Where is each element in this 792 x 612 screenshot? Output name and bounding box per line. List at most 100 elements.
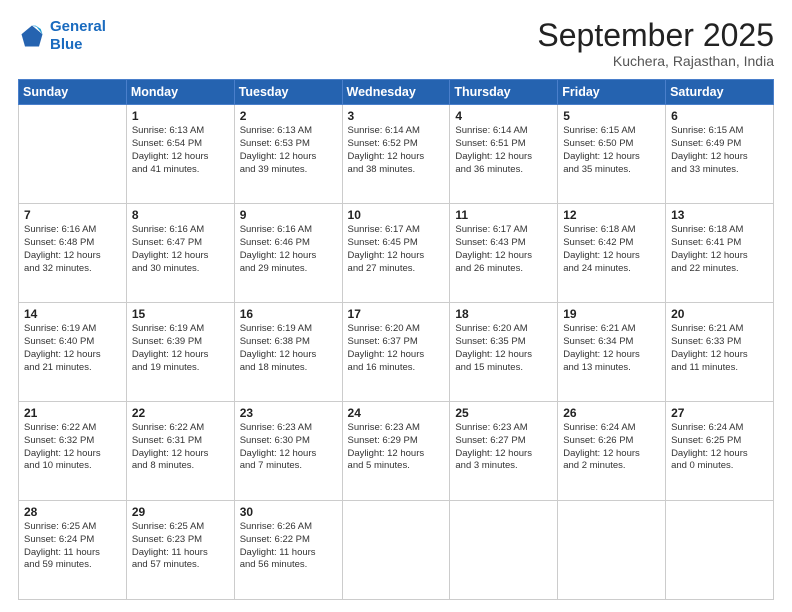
cell-daylight-info: Sunrise: 6:15 AM Sunset: 6:50 PM Dayligh… — [563, 125, 660, 176]
calendar-cell — [666, 501, 774, 600]
cell-daylight-info: Sunrise: 6:20 AM Sunset: 6:35 PM Dayligh… — [455, 323, 552, 374]
calendar-cell: 13 Sunrise: 6:18 AM Sunset: 6:41 PM Dayli… — [666, 204, 774, 303]
weekday-header-saturday: Saturday — [666, 80, 774, 105]
calendar-cell: 30 Sunrise: 6:26 AM Sunset: 6:22 PM Dayli… — [234, 501, 342, 600]
cell-daylight-info: Sunrise: 6:14 AM Sunset: 6:51 PM Dayligh… — [455, 125, 552, 176]
calendar-week-row: 14 Sunrise: 6:19 AM Sunset: 6:40 PM Dayli… — [19, 303, 774, 402]
day-number: 4 — [455, 109, 552, 123]
calendar-cell: 15Sunrise: 6:19 AM Sunset: 6:39 PM Dayli… — [126, 303, 234, 402]
cell-daylight-info: Sunrise: 6:26 AM Sunset: 6:22 PM Dayligh… — [240, 521, 337, 572]
day-number: 10 — [348, 208, 445, 222]
cell-daylight-info: Sunrise: 6:13 AM Sunset: 6:53 PM Dayligh… — [240, 125, 337, 176]
calendar-cell: 24 Sunrise: 6:23 AM Sunset: 6:29 PM Dayli… — [342, 402, 450, 501]
day-number: 26 — [563, 406, 660, 420]
cell-daylight-info: Sunrise: 6:17 AM Sunset: 6:43 PM Dayligh… — [455, 224, 552, 275]
cell-daylight-info: Sunrise: 6:19 AM Sunset: 6:40 PM Dayligh… — [24, 323, 121, 374]
cell-daylight-info: Sunrise: 6:23 AM Sunset: 6:27 PM Dayligh… — [455, 422, 552, 473]
calendar-cell: 18 Sunrise: 6:20 AM Sunset: 6:35 PM Dayli… — [450, 303, 558, 402]
cell-daylight-info: Sunrise: 6:18 AM Sunset: 6:41 PM Dayligh… — [671, 224, 768, 275]
calendar-cell: 10 Sunrise: 6:17 AM Sunset: 6:45 PM Dayli… — [342, 204, 450, 303]
calendar-cell: 1 Sunrise: 6:13 AM Sunset: 6:54 PM Daylig… — [126, 105, 234, 204]
calendar-cell: 26Sunrise: 6:24 AM Sunset: 6:26 PM Dayli… — [558, 402, 666, 501]
cell-daylight-info: Sunrise: 6:14 AM Sunset: 6:52 PM Dayligh… — [348, 125, 445, 176]
day-number: 1 — [132, 109, 229, 123]
day-number: 28 — [24, 505, 121, 519]
calendar-cell: 23 Sunrise: 6:23 AM Sunset: 6:30 PM Dayli… — [234, 402, 342, 501]
calendar-week-row: 28Sunrise: 6:25 AM Sunset: 6:24 PM Dayli… — [19, 501, 774, 600]
cell-daylight-info: Sunrise: 6:16 AM Sunset: 6:46 PM Dayligh… — [240, 224, 337, 275]
logo: General Blue — [18, 18, 106, 54]
calendar-week-row: 1 Sunrise: 6:13 AM Sunset: 6:54 PM Daylig… — [19, 105, 774, 204]
weekday-header-thursday: Thursday — [450, 80, 558, 105]
weekday-header-sunday: Sunday — [19, 80, 127, 105]
cell-daylight-info: Sunrise: 6:24 AM Sunset: 6:25 PM Dayligh… — [671, 422, 768, 473]
logo-icon — [18, 22, 46, 50]
day-number: 17 — [348, 307, 445, 321]
cell-daylight-info: Sunrise: 6:19 AM Sunset: 6:39 PM Dayligh… — [132, 323, 229, 374]
cell-daylight-info: Sunrise: 6:21 AM Sunset: 6:34 PM Dayligh… — [563, 323, 660, 374]
day-number: 12 — [563, 208, 660, 222]
cell-daylight-info: Sunrise: 6:22 AM Sunset: 6:32 PM Dayligh… — [24, 422, 121, 473]
calendar-cell: 20 Sunrise: 6:21 AM Sunset: 6:33 PM Dayli… — [666, 303, 774, 402]
cell-daylight-info: Sunrise: 6:23 AM Sunset: 6:30 PM Dayligh… — [240, 422, 337, 473]
calendar-cell: 2 Sunrise: 6:13 AM Sunset: 6:53 PM Daylig… — [234, 105, 342, 204]
day-number: 11 — [455, 208, 552, 222]
day-number: 24 — [348, 406, 445, 420]
calendar-cell — [450, 501, 558, 600]
day-number: 14 — [24, 307, 121, 321]
weekday-header-row: SundayMondayTuesdayWednesdayThursdayFrid… — [19, 80, 774, 105]
calendar-cell: 19 Sunrise: 6:21 AM Sunset: 6:34 PM Dayli… — [558, 303, 666, 402]
calendar-cell — [558, 501, 666, 600]
calendar-cell: 25Sunrise: 6:23 AM Sunset: 6:27 PM Dayli… — [450, 402, 558, 501]
cell-daylight-info: Sunrise: 6:20 AM Sunset: 6:37 PM Dayligh… — [348, 323, 445, 374]
calendar-cell: 14 Sunrise: 6:19 AM Sunset: 6:40 PM Dayli… — [19, 303, 127, 402]
calendar-week-row: 21 Sunrise: 6:22 AM Sunset: 6:32 PM Dayli… — [19, 402, 774, 501]
calendar-cell: 6Sunrise: 6:15 AM Sunset: 6:49 PM Daylig… — [666, 105, 774, 204]
cell-daylight-info: Sunrise: 6:17 AM Sunset: 6:45 PM Dayligh… — [348, 224, 445, 275]
day-number: 6 — [671, 109, 768, 123]
day-number: 20 — [671, 307, 768, 321]
day-number: 30 — [240, 505, 337, 519]
day-number: 7 — [24, 208, 121, 222]
weekday-header-wednesday: Wednesday — [342, 80, 450, 105]
cell-daylight-info: Sunrise: 6:18 AM Sunset: 6:42 PM Dayligh… — [563, 224, 660, 275]
calendar-cell: 12 Sunrise: 6:18 AM Sunset: 6:42 PM Dayli… — [558, 204, 666, 303]
cell-daylight-info: Sunrise: 6:19 AM Sunset: 6:38 PM Dayligh… — [240, 323, 337, 374]
day-number: 8 — [132, 208, 229, 222]
calendar-cell: 8Sunrise: 6:16 AM Sunset: 6:47 PM Daylig… — [126, 204, 234, 303]
day-number: 2 — [240, 109, 337, 123]
day-number: 18 — [455, 307, 552, 321]
calendar-cell: 28Sunrise: 6:25 AM Sunset: 6:24 PM Dayli… — [19, 501, 127, 600]
cell-daylight-info: Sunrise: 6:16 AM Sunset: 6:48 PM Dayligh… — [24, 224, 121, 275]
calendar-cell: 11 Sunrise: 6:17 AM Sunset: 6:43 PM Dayli… — [450, 204, 558, 303]
day-number: 19 — [563, 307, 660, 321]
calendar-week-row: 7 Sunrise: 6:16 AM Sunset: 6:48 PM Daylig… — [19, 204, 774, 303]
calendar-cell: 4 Sunrise: 6:14 AM Sunset: 6:51 PM Daylig… — [450, 105, 558, 204]
weekday-header-friday: Friday — [558, 80, 666, 105]
day-number: 29 — [132, 505, 229, 519]
header: General Blue September 2025 Kuchera, Raj… — [18, 18, 774, 69]
calendar-cell: 7 Sunrise: 6:16 AM Sunset: 6:48 PM Daylig… — [19, 204, 127, 303]
calendar-cell — [19, 105, 127, 204]
month-title: September 2025 — [537, 18, 774, 53]
cell-daylight-info: Sunrise: 6:13 AM Sunset: 6:54 PM Dayligh… — [132, 125, 229, 176]
day-number: 23 — [240, 406, 337, 420]
day-number: 22 — [132, 406, 229, 420]
weekday-header-tuesday: Tuesday — [234, 80, 342, 105]
cell-daylight-info: Sunrise: 6:21 AM Sunset: 6:33 PM Dayligh… — [671, 323, 768, 374]
title-block: September 2025 Kuchera, Rajasthan, India — [537, 18, 774, 69]
cell-daylight-info: Sunrise: 6:23 AM Sunset: 6:29 PM Dayligh… — [348, 422, 445, 473]
day-number: 21 — [24, 406, 121, 420]
calendar-table: SundayMondayTuesdayWednesdayThursdayFrid… — [18, 79, 774, 600]
location-subtitle: Kuchera, Rajasthan, India — [537, 53, 774, 69]
calendar-cell: 27Sunrise: 6:24 AM Sunset: 6:25 PM Dayli… — [666, 402, 774, 501]
day-number: 5 — [563, 109, 660, 123]
day-number: 13 — [671, 208, 768, 222]
day-number: 3 — [348, 109, 445, 123]
calendar-cell: 3 Sunrise: 6:14 AM Sunset: 6:52 PM Daylig… — [342, 105, 450, 204]
calendar-cell: 17 Sunrise: 6:20 AM Sunset: 6:37 PM Dayli… — [342, 303, 450, 402]
cell-daylight-info: Sunrise: 6:25 AM Sunset: 6:23 PM Dayligh… — [132, 521, 229, 572]
cell-daylight-info: Sunrise: 6:22 AM Sunset: 6:31 PM Dayligh… — [132, 422, 229, 473]
page: General Blue September 2025 Kuchera, Raj… — [0, 0, 792, 612]
calendar-cell: 29 Sunrise: 6:25 AM Sunset: 6:23 PM Dayli… — [126, 501, 234, 600]
